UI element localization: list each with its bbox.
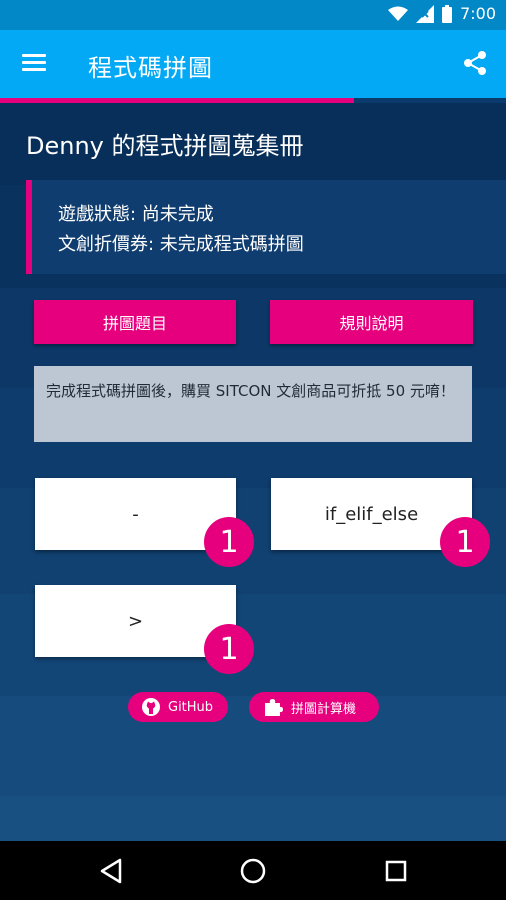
wifi-icon — [388, 6, 409, 21]
github-link-label: GitHub — [168, 699, 214, 715]
signal-icon — [416, 4, 435, 23]
puzzle-calculator-label: 拼圖計算機 — [291, 701, 357, 717]
page-title: Denny 的程式拼圖蒐集冊 — [26, 132, 304, 160]
puzzle-card-label: > — [127, 610, 144, 632]
puzzle-icon — [265, 699, 283, 716]
progress-bar — [0, 98, 506, 103]
game-status-text: 遊戲狀態: 尚未完成 — [58, 204, 214, 225]
github-link[interactable]: GitHub — [128, 692, 228, 722]
status-panel: 遊戲狀態: 尚未完成 文創折價券: 未完成程式碼拼圖 — [26, 180, 506, 274]
battery-icon — [442, 4, 453, 23]
status-icons: 7:00 — [388, 4, 496, 23]
app-bar: 程式碼拼圖 — [0, 30, 506, 98]
share-icon[interactable] — [462, 50, 488, 76]
puzzle-card-label: if_elif_else — [324, 503, 419, 525]
progress-bar-fill — [0, 98, 355, 103]
puzzle-count-badge: 1 — [204, 517, 254, 567]
puzzle-count-badge: 1 — [204, 624, 254, 674]
home-icon[interactable] — [237, 855, 269, 887]
app-title: 程式碼拼圖 — [88, 54, 213, 82]
discount-note: 完成程式碼拼圖後，購買 SITCON 文創商品可折抵 50 元唷！ — [34, 366, 472, 442]
puzzle-calculator-link[interactable]: 拼圖計算機 — [249, 692, 379, 722]
back-icon[interactable] — [96, 855, 128, 887]
puzzle-count-badge: 1 — [440, 517, 490, 567]
recents-icon[interactable] — [380, 855, 412, 887]
clock: 7:00 — [460, 4, 496, 23]
menu-icon[interactable] — [22, 52, 48, 74]
rules-button[interactable]: 規則說明 — [270, 300, 473, 344]
system-navigation-bar — [0, 841, 506, 900]
status-bar: 7:00 — [0, 0, 506, 30]
coupon-status-text: 文創折價券: 未完成程式碼拼圖 — [58, 234, 304, 255]
puzzle-topics-button[interactable]: 拼圖題目 — [34, 300, 236, 344]
background-band-8 — [0, 796, 506, 841]
puzzle-card-label: - — [132, 503, 139, 525]
github-icon — [142, 698, 160, 716]
